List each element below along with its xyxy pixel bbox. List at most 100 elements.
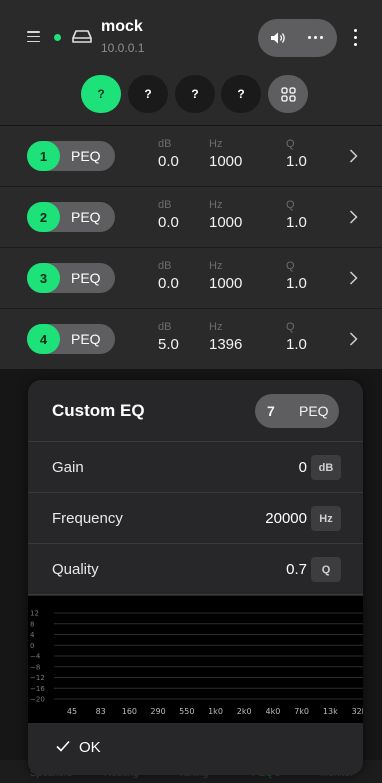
- y-tick-label: −8: [30, 663, 40, 671]
- preset-button-2[interactable]: ?: [128, 75, 168, 113]
- gain-unit: dB: [311, 455, 341, 480]
- y-tick-label: −16: [30, 685, 45, 693]
- filter-badge[interactable]: 1 PEQ: [27, 141, 115, 171]
- preset-button-4[interactable]: ?: [221, 75, 261, 113]
- preset-button-3[interactable]: ?: [175, 75, 215, 113]
- menu-icon[interactable]: [27, 31, 40, 43]
- frequency-value[interactable]: 20000: [265, 510, 307, 527]
- filter-index: 4: [27, 324, 60, 354]
- x-tick-label: 45: [67, 707, 77, 716]
- device-name: mock: [101, 18, 143, 35]
- hz-value: 1000: [209, 153, 243, 170]
- filter-row-3[interactable]: 3 PEQ dB Hz Q 0.0 1000 1.0: [0, 248, 382, 308]
- gain-label: Gain: [52, 459, 84, 476]
- filter-row-2[interactable]: 2 PEQ dB Hz Q 0.0 1000 1.0: [0, 187, 382, 247]
- modal-header: Custom EQ 7 PEQ: [28, 380, 363, 442]
- db-value: 0.0: [158, 214, 179, 231]
- filter-row-1[interactable]: 1 PEQ dB Hz Q 0.0 1000 1.0: [0, 126, 382, 186]
- hz-value: 1396: [209, 336, 243, 353]
- filter-type: PEQ: [71, 331, 101, 347]
- chevron-right-icon[interactable]: [349, 210, 358, 224]
- filter-row-4[interactable]: 4 PEQ dB Hz Q 5.0 1396 1.0: [0, 309, 382, 369]
- custom-eq-modal: Custom EQ 7 PEQ Gain 0 dB Frequency 2000…: [28, 380, 363, 775]
- chevron-right-icon[interactable]: [349, 149, 358, 163]
- checkmark-icon: [56, 740, 70, 752]
- quality-value[interactable]: 0.7: [286, 561, 307, 578]
- ok-label: OK: [79, 739, 101, 756]
- y-tick-label: 12: [30, 610, 39, 618]
- filter-type: PEQ: [71, 209, 101, 225]
- filter-index: 2: [27, 202, 60, 232]
- db-header: dB: [158, 199, 172, 211]
- hz-value: 1000: [209, 214, 243, 231]
- filter-type-selector[interactable]: 7 PEQ: [255, 394, 339, 428]
- hz-header: Hz: [209, 260, 223, 272]
- y-tick-label: 0: [30, 642, 34, 650]
- frequency-unit: Hz: [311, 506, 341, 531]
- speaker-icon[interactable]: [270, 31, 286, 45]
- chevron-right-icon[interactable]: [349, 271, 358, 285]
- q-header: Q: [286, 199, 295, 211]
- db-value: 0.0: [158, 153, 179, 170]
- x-tick-label: 83: [96, 707, 106, 716]
- x-tick-label: 1k0: [208, 707, 223, 716]
- db-header: dB: [158, 321, 172, 333]
- x-tick-label: 290: [150, 707, 165, 716]
- y-tick-label: 4: [30, 631, 35, 639]
- filter-badge[interactable]: 4 PEQ: [27, 324, 115, 354]
- volume-more-control[interactable]: [258, 19, 337, 57]
- chevron-right-icon[interactable]: [349, 332, 358, 346]
- frequency-label: Frequency: [52, 510, 123, 527]
- db-value: 0.0: [158, 275, 179, 292]
- quality-label: Quality: [52, 561, 99, 578]
- gain-row[interactable]: Gain 0 dB: [28, 442, 363, 493]
- quality-row[interactable]: Quality 0.7 Q: [28, 544, 363, 595]
- q-header: Q: [286, 260, 295, 272]
- q-value: 1.0: [286, 153, 307, 170]
- db-header: dB: [158, 138, 172, 150]
- ok-button[interactable]: OK: [28, 723, 363, 775]
- more-horizontal-icon[interactable]: [308, 36, 326, 39]
- q-value: 1.0: [286, 336, 307, 353]
- eq-response-graph: 12 8 4 0 −4 −8 −12 −16 −20 45 83 160 290 550 1k0 2k0 4k0…: [28, 596, 363, 723]
- x-tick-label: 4k0: [265, 707, 280, 716]
- more-vertical-icon[interactable]: [354, 29, 358, 49]
- x-tick-label: 2k0: [237, 707, 252, 716]
- q-header: Q: [286, 321, 295, 333]
- x-tick-label: 550: [179, 707, 194, 716]
- filter-type: PEQ: [71, 270, 101, 286]
- filter-index: 3: [27, 263, 60, 293]
- q-header: Q: [286, 138, 295, 150]
- x-tick-label: 160: [122, 707, 137, 716]
- x-tick-label: 32k: [352, 707, 363, 716]
- eq-graph-svg: 12 8 4 0 −4 −8 −12 −16 −20 45 83 160 290 550 1k0 2k0 4k0…: [30, 610, 363, 716]
- filter-type-label: PEQ: [299, 403, 329, 419]
- y-tick-label: −4: [30, 653, 41, 661]
- y-tick-label: −12: [30, 674, 45, 682]
- filter-badge[interactable]: 3 PEQ: [27, 263, 115, 293]
- quality-unit: Q: [311, 557, 341, 582]
- hz-header: Hz: [209, 199, 223, 211]
- filter-index: 1: [27, 141, 60, 171]
- filter-badge[interactable]: 2 PEQ: [27, 202, 115, 232]
- y-tick-label: −20: [30, 696, 45, 704]
- frequency-row[interactable]: Frequency 20000 Hz: [28, 493, 363, 544]
- hz-value: 1000: [209, 275, 243, 292]
- grid-view-button[interactable]: [268, 75, 308, 113]
- hz-header: Hz: [209, 138, 223, 150]
- db-header: dB: [158, 260, 172, 272]
- connection-status-icon: [54, 34, 61, 41]
- x-tick-label: 13k: [323, 707, 338, 716]
- hz-header: Hz: [209, 321, 223, 333]
- db-value: 5.0: [158, 336, 179, 353]
- x-tick-label: 7k0: [294, 707, 309, 716]
- q-value: 1.0: [286, 214, 307, 231]
- gain-value[interactable]: 0: [299, 459, 307, 476]
- filter-type: PEQ: [71, 148, 101, 164]
- preset-button-1[interactable]: ?: [81, 75, 121, 113]
- device-header: mock 10.0.0.1 ? ? ? ?: [0, 0, 382, 125]
- q-value: 1.0: [286, 275, 307, 292]
- grid-icon: [280, 86, 296, 102]
- filter-number: 7: [267, 403, 275, 419]
- device-icon: [72, 30, 92, 43]
